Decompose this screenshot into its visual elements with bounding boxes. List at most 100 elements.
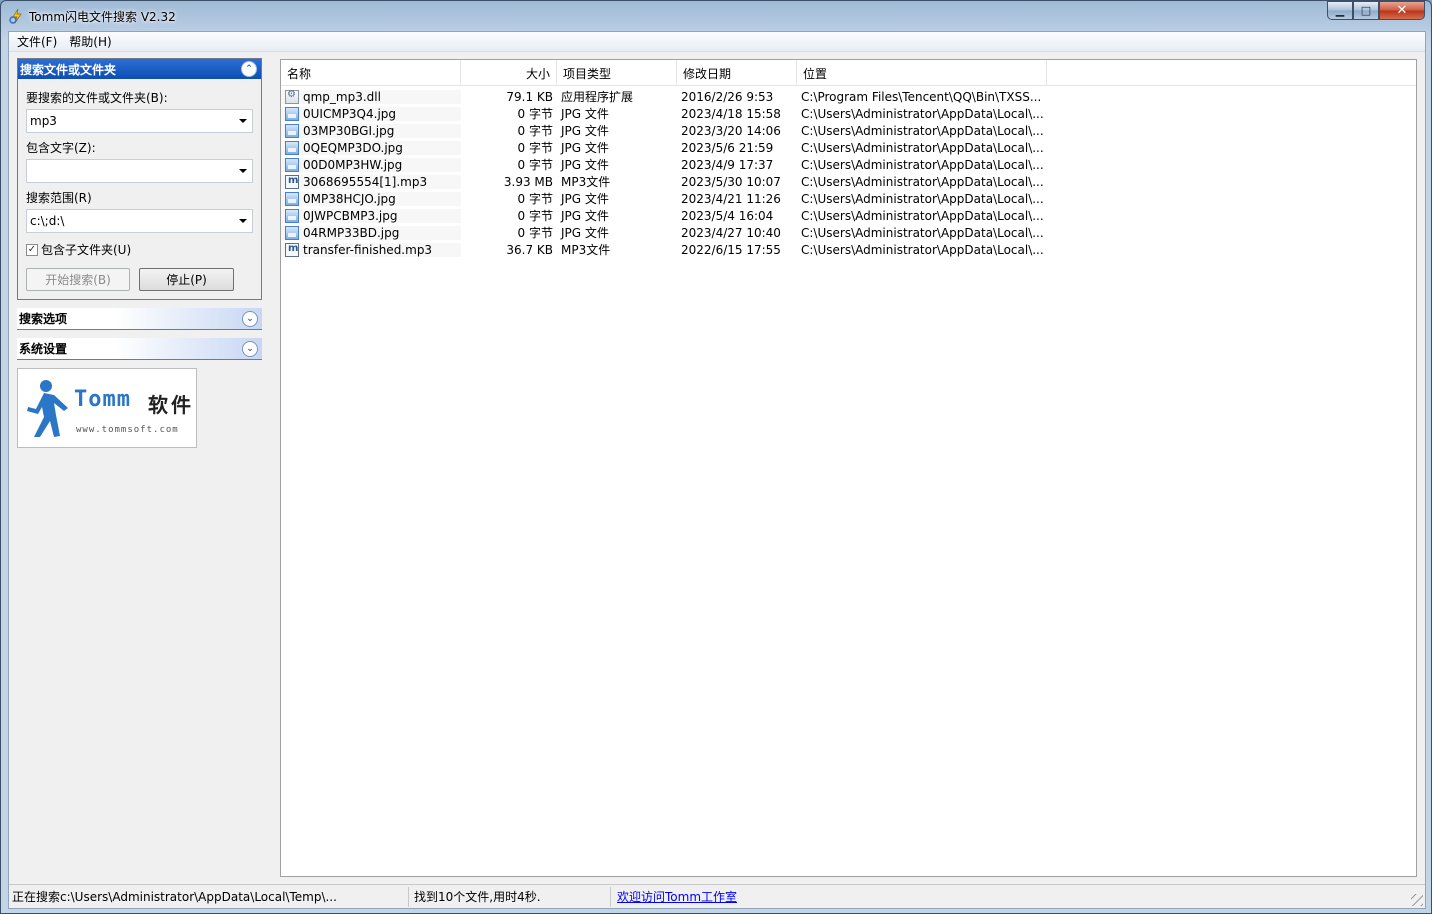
app-icon	[9, 8, 22, 24]
status-bar: 正在搜索c:\Users\Administrator\AppData\Local…	[9, 884, 1425, 908]
table-row[interactable]: 04RMP33BD.jpg 0 字节 JPG 文件 2023/4/27 10:4…	[281, 224, 1416, 241]
menu-help[interactable]: 帮助(H)	[63, 32, 117, 52]
table-row[interactable]: 0MP38HCJO.jpg 0 字节 JPG 文件 2023/4/21 11:2…	[281, 190, 1416, 207]
row-name: transfer-finished.mp3	[303, 242, 433, 257]
image-file-icon	[285, 208, 299, 223]
table-row[interactable]: 0QEQMP3DO.jpg 0 字节 JPG 文件 2023/5/6 21:59…	[281, 139, 1416, 156]
row-type: JPG 文件	[561, 141, 609, 155]
name-combobox-value: mp3	[30, 114, 57, 128]
row-date: 2023/3/20 14:06	[681, 123, 781, 138]
stop-button[interactable]: 停止(P)	[139, 268, 234, 291]
table-row[interactable]: 0UICMP3Q4.jpg 0 字节 JPG 文件 2023/4/18 15:5…	[281, 105, 1416, 122]
maximize-button[interactable]: □	[1353, 1, 1379, 20]
search-options-label: 搜索选项	[19, 312, 68, 326]
collapse-up-icon[interactable]: ⌃	[241, 61, 257, 77]
close-button[interactable]: ✕	[1379, 1, 1425, 20]
scope-combobox[interactable]: c:\;d:\	[26, 209, 253, 233]
row-path: C:\Users\Administrator\AppData\Local\...	[801, 191, 1044, 206]
include-subfolders-row[interactable]: ✓ 包含子文件夹(U)	[26, 241, 253, 258]
row-name: 0QEQMP3DO.jpg	[303, 140, 403, 155]
expand-down-icon[interactable]: ⌄	[242, 310, 258, 327]
row-size: 36.7 KB	[506, 242, 553, 257]
dll-file-icon	[285, 89, 299, 104]
include-subfolders-label: 包含子文件夹(U)	[41, 243, 132, 257]
table-row[interactable]: qmp_mp3.dll 79.1 KB 应用程序扩展 2016/2/26 9:5…	[281, 88, 1416, 105]
search-panel-header[interactable]: 搜索文件或文件夹 ⌃	[18, 59, 261, 79]
row-date: 2023/5/6 21:59	[681, 140, 774, 155]
row-path: C:\Users\Administrator\AppData\Local\...	[801, 140, 1044, 155]
title-bar[interactable]: Tomm闪电文件搜索 V2.32 ▁ □ ✕	[1, 1, 1431, 31]
dropdown-arrow-icon[interactable]	[239, 219, 247, 223]
column-header-date[interactable]: 修改日期	[677, 60, 797, 86]
walking-man-icon	[27, 380, 68, 437]
include-subfolders-checkbox[interactable]: ✓	[26, 243, 38, 256]
name-label: 要搜索的文件或文件夹(B):	[26, 91, 168, 105]
row-size: 0 字节	[517, 192, 553, 206]
dropdown-arrow-icon[interactable]	[239, 169, 247, 173]
row-size: 79.1 KB	[506, 89, 553, 104]
search-options-section[interactable]: 搜索选项 ⌄	[17, 308, 262, 330]
column-header-size[interactable]: 大小	[461, 60, 557, 86]
row-date: 2023/5/4 16:04	[681, 208, 774, 223]
row-date: 2023/4/27 10:40	[681, 225, 781, 240]
tomm-logo[interactable]: Tomm 软件 www.tommsoft.com	[17, 368, 197, 448]
image-file-icon	[285, 140, 299, 155]
start-search-button[interactable]: 开始搜索(B)	[26, 268, 130, 291]
image-file-icon	[285, 191, 299, 206]
table-row[interactable]: transfer-finished.mp3 36.7 KB MP3文件 2022…	[281, 241, 1416, 258]
row-name: 03MP30BGI.jpg	[303, 123, 395, 138]
row-date: 2022/6/15 17:55	[681, 242, 781, 257]
row-name: 0UICMP3Q4.jpg	[303, 106, 397, 121]
row-path: C:\Users\Administrator\AppData\Local\...	[801, 242, 1044, 257]
row-size: 0 字节	[517, 124, 553, 138]
dropdown-arrow-icon[interactable]	[239, 119, 247, 123]
row-type: JPG 文件	[561, 226, 609, 240]
search-buttons: 开始搜索(B) 停止(P)	[26, 268, 253, 291]
resize-grip-icon[interactable]	[1411, 894, 1423, 906]
status-found: 找到10个文件,用时4秒.	[409, 886, 611, 907]
row-date: 2023/4/21 11:26	[681, 191, 781, 206]
search-panel-title: 搜索文件或文件夹	[20, 62, 117, 77]
row-type: MP3文件	[561, 175, 611, 189]
column-header-type[interactable]: 项目类型	[557, 60, 677, 86]
status-searching: 正在搜索c:\Users\Administrator\AppData\Local…	[9, 886, 409, 907]
system-settings-section[interactable]: 系统设置 ⌄	[17, 338, 262, 360]
row-name: 04RMP33BD.jpg	[303, 225, 400, 240]
row-name: 0MP38HCJO.jpg	[303, 191, 396, 206]
results-list[interactable]: 名称 大小 项目类型 修改日期 位置 qmp_mp3.dll 79.1 KB 应…	[280, 59, 1417, 877]
app-window: Tomm闪电文件搜索 V2.32 ▁ □ ✕ 文件(F) 帮助(H) 搜索文件或…	[0, 0, 1432, 914]
row-size: 0 字节	[517, 107, 553, 121]
row-date: 2023/4/18 15:58	[681, 106, 781, 121]
table-row[interactable]: 00D0MP3HW.jpg 0 字节 JPG 文件 2023/4/9 17:37…	[281, 156, 1416, 173]
menu-bar: 文件(F) 帮助(H)	[9, 32, 1425, 52]
row-type: 应用程序扩展	[561, 90, 634, 104]
expand-down-icon[interactable]: ⌄	[242, 340, 258, 357]
image-file-icon	[285, 225, 299, 240]
row-date: 2023/4/9 17:37	[681, 157, 774, 172]
text-combobox[interactable]	[26, 159, 253, 183]
row-type: JPG 文件	[561, 107, 609, 121]
row-path: C:\Users\Administrator\AppData\Local\...	[801, 123, 1044, 138]
row-size: 3.93 MB	[503, 174, 553, 189]
left-pane: 搜索文件或文件夹 ⌃ 要搜索的文件或文件夹(B): mp3 包含文字(Z): 搜…	[17, 58, 262, 448]
row-path: C:\Program Files\Tencent\QQ\Bin\TXSS...	[801, 89, 1042, 104]
table-row[interactable]: 3068695554[1].mp3 3.93 MB MP3文件 2023/5/3…	[281, 173, 1416, 190]
audio-file-icon	[285, 242, 299, 257]
list-rows: qmp_mp3.dll 79.1 KB 应用程序扩展 2016/2/26 9:5…	[281, 86, 1416, 258]
column-header-name[interactable]: 名称	[281, 60, 461, 86]
row-date: 2016/2/26 9:53	[681, 89, 774, 104]
column-header-path[interactable]: 位置	[797, 60, 1047, 86]
minimize-button[interactable]: ▁	[1327, 1, 1353, 20]
table-row[interactable]: 0JWPCBMP3.jpg 0 字节 JPG 文件 2023/5/4 16:04…	[281, 207, 1416, 224]
table-row[interactable]: 03MP30BGI.jpg 0 字节 JPG 文件 2023/3/20 14:0…	[281, 122, 1416, 139]
name-combobox[interactable]: mp3	[26, 109, 253, 133]
row-name: 3068695554[1].mp3	[303, 174, 428, 189]
text-label: 包含文字(Z):	[26, 141, 96, 155]
row-name: 0JWPCBMP3.jpg	[303, 208, 398, 223]
scope-label: 搜索范围(R)	[26, 191, 92, 205]
logo-url: www.tommsoft.com	[76, 425, 179, 435]
menu-file[interactable]: 文件(F)	[11, 32, 63, 52]
caption-buttons: ▁ □ ✕	[1327, 1, 1425, 21]
studio-link[interactable]: 欢迎访问Tomm工作室	[611, 887, 931, 907]
row-type: JPG 文件	[561, 158, 609, 172]
